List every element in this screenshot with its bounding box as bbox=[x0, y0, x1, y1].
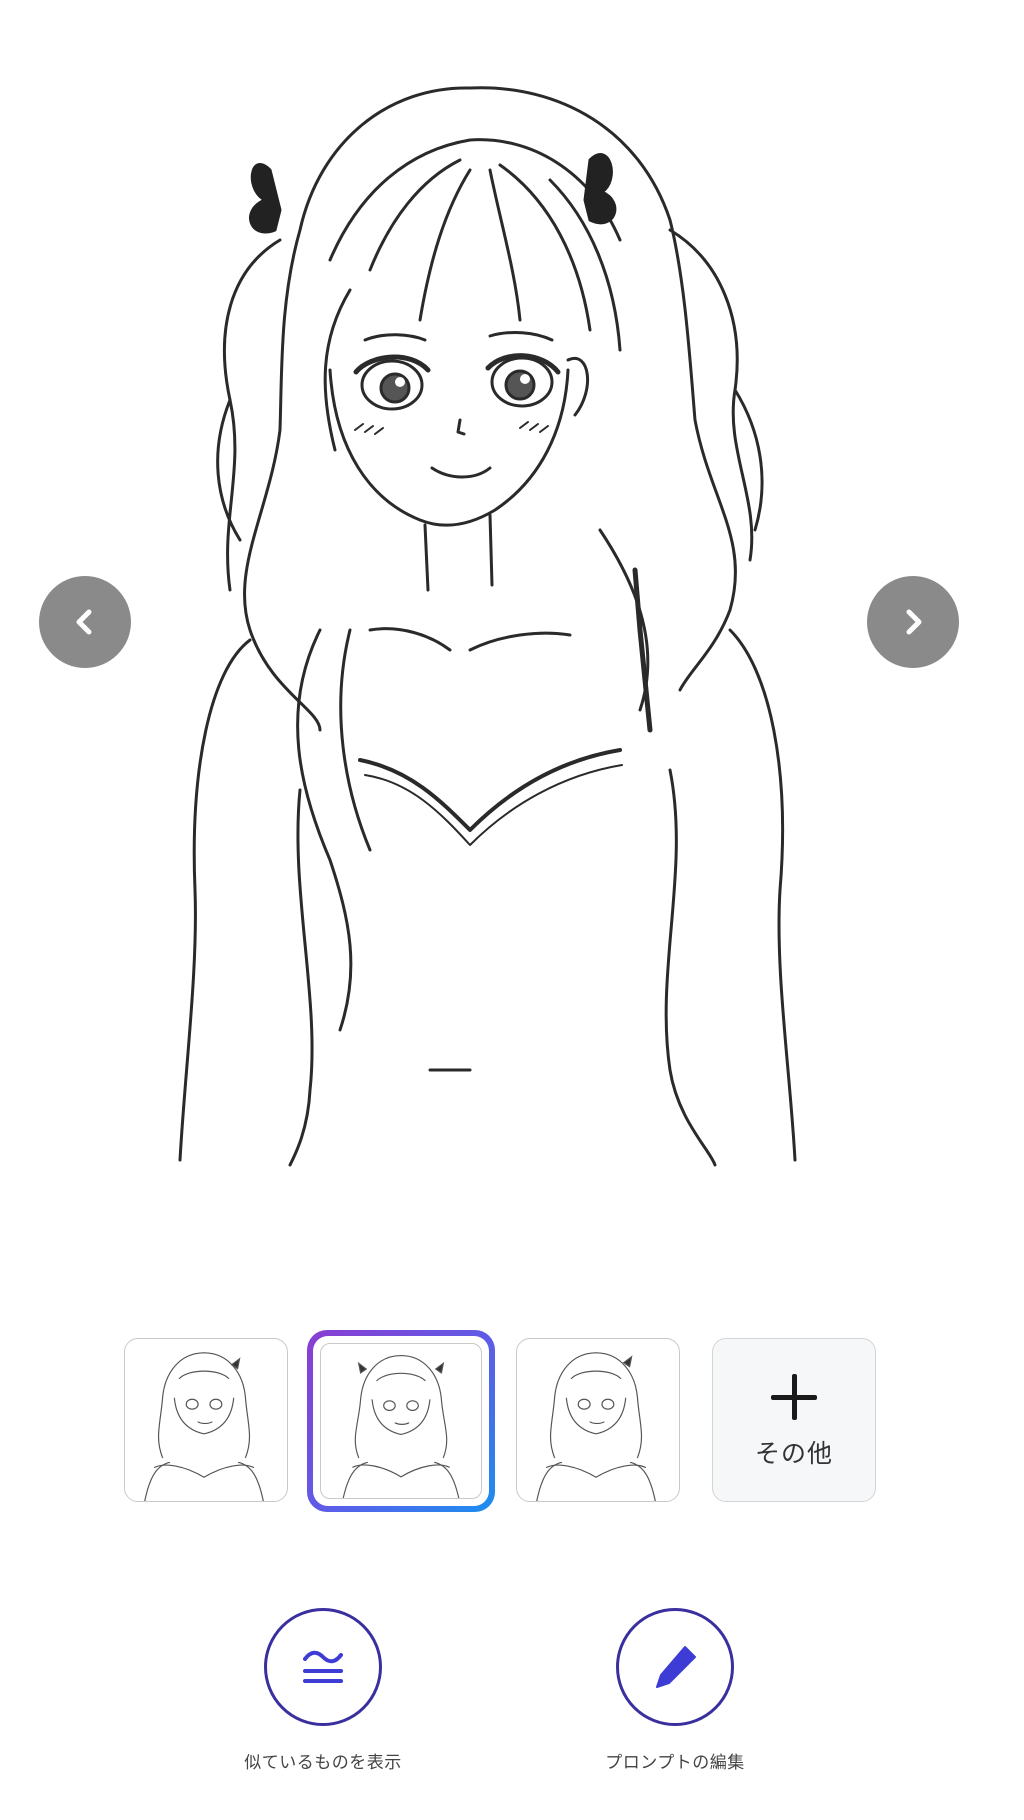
thumbnail-2-selected[interactable] bbox=[307, 1330, 495, 1512]
thumbnail-1[interactable] bbox=[124, 1338, 288, 1502]
more-options-label: その他 bbox=[754, 1439, 833, 1468]
chevron-right-icon bbox=[906, 609, 922, 635]
edit-prompt-button[interactable] bbox=[616, 1608, 734, 1726]
show-similar-label: 似ているものを表示 bbox=[244, 1753, 402, 1773]
thumbnail-2-image bbox=[320, 1343, 482, 1499]
thumbnail-strip: その他 bbox=[0, 1330, 1024, 1530]
thumbnail-2-frame bbox=[313, 1336, 489, 1506]
generated-image[interactable] bbox=[170, 70, 830, 1220]
edit-prompt-label: プロンプトの編集 bbox=[605, 1753, 745, 1773]
image-viewer bbox=[0, 0, 1024, 1240]
previous-image-button[interactable] bbox=[39, 576, 131, 668]
chevron-left-icon bbox=[76, 609, 92, 635]
more-options-button[interactable]: その他 bbox=[712, 1338, 876, 1502]
next-image-button[interactable] bbox=[867, 576, 959, 668]
anime-girl-variant-1 bbox=[144, 1352, 264, 1501]
approx-equal-icon bbox=[303, 1650, 343, 1683]
pen-icon bbox=[656, 1646, 696, 1688]
edit-prompt-action: プロンプトの編集 bbox=[555, 1608, 795, 1773]
anime-girl-line-drawing bbox=[178, 86, 797, 1167]
plus-icon bbox=[771, 1374, 817, 1420]
anime-girl-variant-2 bbox=[342, 1354, 460, 1498]
show-similar-button[interactable] bbox=[264, 1608, 382, 1726]
show-similar-action: 似ているものを表示 bbox=[203, 1608, 443, 1773]
thumbnail-3[interactable] bbox=[516, 1338, 680, 1502]
anime-girl-variant-3 bbox=[536, 1352, 656, 1501]
